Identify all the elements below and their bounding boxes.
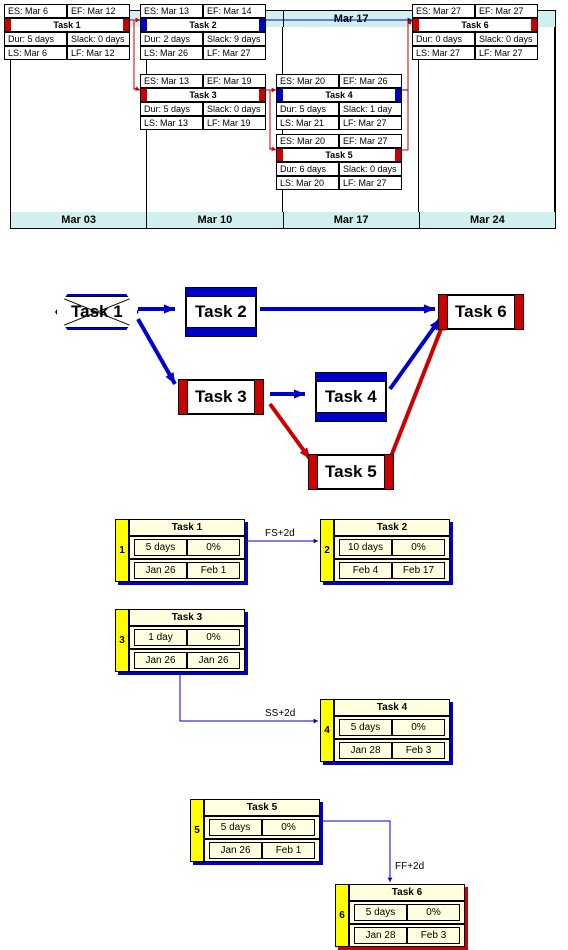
node-task-4: Task 4 bbox=[315, 379, 387, 415]
detail-task-6: 6Task 65 days0%Jan 28Feb 3 bbox=[335, 884, 465, 947]
network-diagram: Task 1 Task 2 Task 3 Task 4 Task 5 Task 6 bbox=[10, 259, 554, 499]
detail-diagram: FS+2d SS+2d FF+2d 1Task 15 days0%Jan 26Feb… bbox=[10, 519, 554, 939]
node-task-3: Task 3 bbox=[185, 379, 257, 415]
detail-task-2: 2Task 210 days0%Feb 4Feb 17 bbox=[320, 519, 450, 582]
node-task-5: Task 5 bbox=[315, 454, 387, 490]
task-box-task-1: ES: Mar 6EF: Mar 12Task 1Dur: 5 daysSlac… bbox=[4, 4, 130, 60]
svg-text:FF+2d: FF+2d bbox=[395, 861, 424, 872]
timeline: Mar 03Mar 10Mar 17Mar 24 ES: Mar 6EF: Ma… bbox=[10, 10, 556, 229]
detail-task-5: 5Task 55 days0%Jan 26Feb 1 bbox=[190, 799, 320, 862]
detail-task-4: 4Task 45 days0%Jan 28Feb 3 bbox=[320, 699, 450, 762]
task-box-task-5: ES: Mar 20EF: Mar 27Task 5Dur: 6 daysSla… bbox=[276, 134, 402, 190]
node-task-2: Task 2 bbox=[185, 294, 257, 330]
node-task-6: Task 6 bbox=[445, 294, 517, 330]
svg-text:FS+2d: FS+2d bbox=[265, 528, 295, 539]
node-task-1: Task 1 bbox=[55, 294, 139, 330]
svg-text:SS+2d: SS+2d bbox=[265, 708, 295, 719]
task-box-task-3: ES: Mar 13EF: Mar 19Task 3Dur: 5 daysSla… bbox=[140, 74, 266, 130]
task-box-task-6: ES: Mar 27EF: Mar 27Task 6Dur: 0 daysSla… bbox=[412, 4, 538, 60]
task-box-task-4: ES: Mar 20EF: Mar 26Task 4Dur: 5 daysSla… bbox=[276, 74, 402, 130]
detail-task-1: 1Task 15 days0%Jan 26Feb 1 bbox=[115, 519, 245, 582]
task-box-task-2: ES: Mar 13EF: Mar 14Task 2Dur: 2 daysSla… bbox=[140, 4, 266, 60]
timeline-header-bottom: Mar 03Mar 10Mar 17Mar 24 bbox=[11, 212, 555, 228]
detail-task-3: 3Task 31 day0%Jan 26Jan 26 bbox=[115, 609, 245, 672]
